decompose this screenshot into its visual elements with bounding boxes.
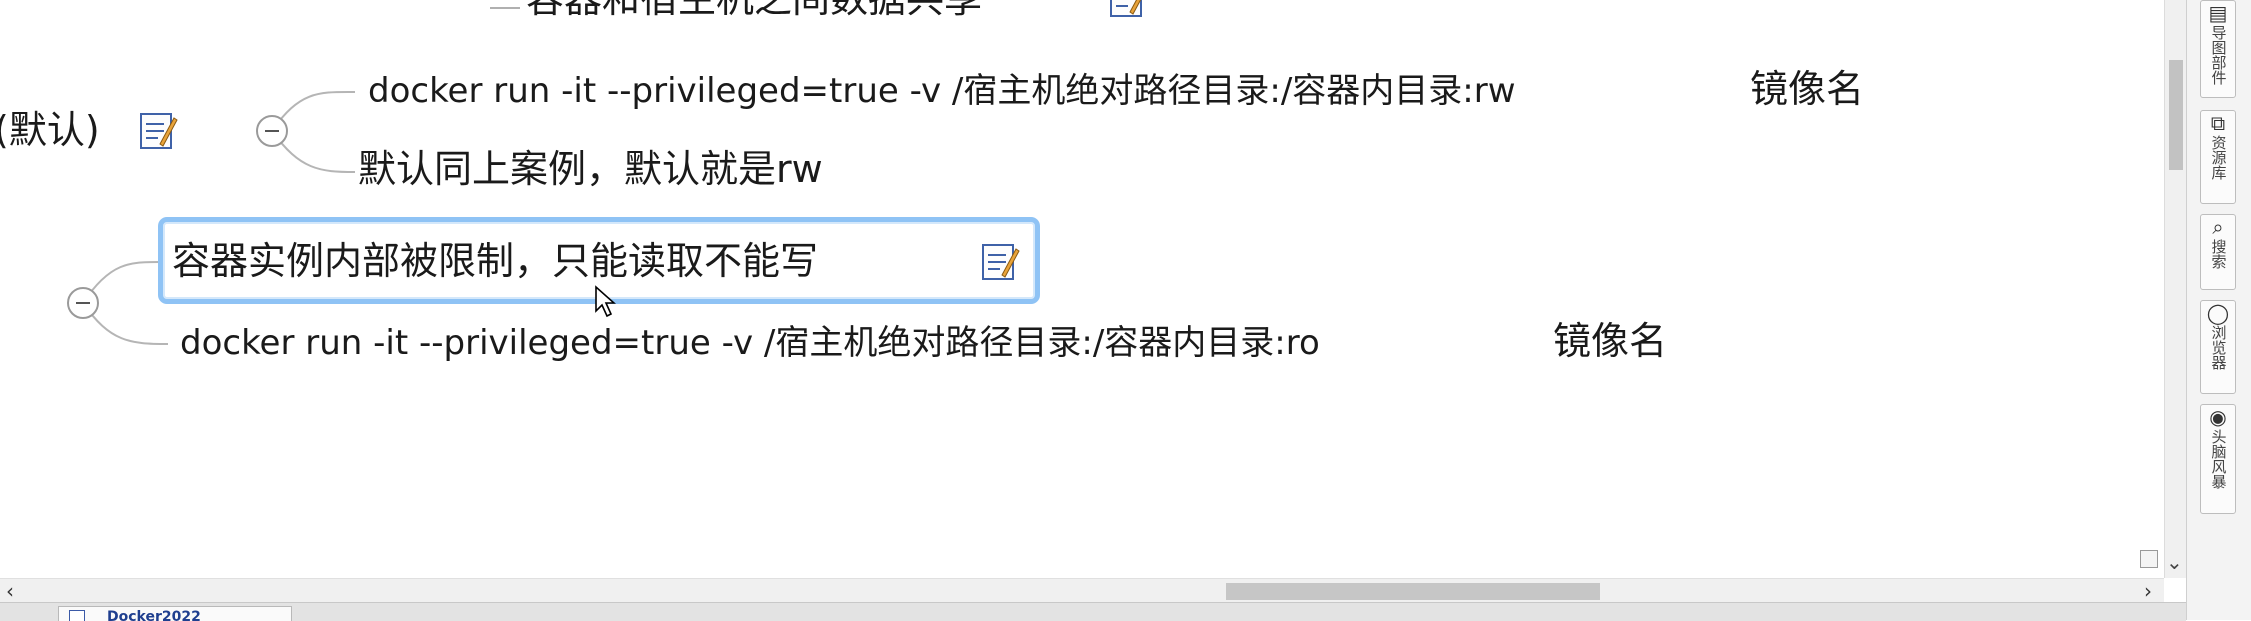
node-readonly[interactable]: 容器实例内部被限制，只能读取不能写 [172, 238, 818, 284]
sidepanel-map-parts[interactable]: ▤ 导图部件 [2200, 0, 2236, 98]
node-ro-command[interactable]: docker run -it --privileged=true -v /宿主机… [180, 320, 1320, 366]
sidepanel-browser[interactable]: ◯ 浏览器 [2200, 300, 2236, 394]
collapse-toggle[interactable] [67, 287, 99, 319]
sidepanel-label: 浏览器 [2209, 325, 2228, 370]
library-icon: ⧉ [2210, 111, 2226, 135]
sidepanel-label: 搜索 [2209, 239, 2228, 269]
sidepanel-search[interactable]: ⌕ 搜索 [2200, 214, 2236, 290]
document-tab-bar: Docker2022 [0, 602, 2186, 621]
map-parts-icon: ▤ [2208, 1, 2228, 25]
document-icon [69, 610, 85, 621]
vertical-scrollbar[interactable] [2164, 0, 2187, 578]
sidepanel-label: 头脑风暴 [2209, 429, 2228, 489]
note-icon[interactable] [138, 110, 178, 152]
tab-label: Docker2022 [107, 609, 201, 621]
brainstorm-icon: ◉ [2209, 405, 2227, 429]
node-data-sharing[interactable]: 容器和宿主机之间数据共享 [526, 0, 982, 22]
browser-icon: ◯ [2206, 301, 2230, 325]
mouse-cursor-icon [595, 285, 616, 318]
node-rw-default[interactable]: 默认同上案例，默认就是rw [358, 146, 823, 192]
search-icon: ⌕ [2212, 215, 2224, 239]
node-rw-command[interactable]: docker run -it --privileged=true -v /宿主机… [368, 68, 1516, 114]
sidepanel-label: 资源库 [2209, 135, 2228, 180]
node-rw-image[interactable]: 镜像名 [1750, 66, 1864, 112]
node-default-mode[interactable]: (默认) [0, 107, 100, 153]
horizontal-scroll-thumb[interactable] [1226, 583, 1600, 600]
sidepanel-label: 导图部件 [2209, 25, 2228, 85]
scroll-right-icon[interactable]: › [2144, 579, 2152, 603]
sidepanel-brainstorm[interactable]: ◉ 头脑风暴 [2200, 404, 2236, 514]
vertical-scroll-thumb[interactable] [2169, 60, 2183, 170]
side-panel: ▤ 导图部件 ⧉ 资源库 ⌕ 搜索 ◯ 浏览器 ◉ 头脑风暴 [2186, 0, 2251, 620]
collapse-toggle[interactable] [256, 115, 288, 147]
sidepanel-library[interactable]: ⧉ 资源库 [2200, 110, 2236, 204]
fit-view-button[interactable] [2140, 550, 2158, 568]
node-ro-image[interactable]: 镜像名 [1553, 318, 1667, 364]
mindmap-canvas[interactable]: 容器和宿主机之间数据共享 (默认) docker run -it --privi… [0, 0, 2164, 578]
scroll-left-icon[interactable]: ‹ [6, 579, 14, 603]
note-icon[interactable] [980, 241, 1020, 283]
note-icon[interactable] [1108, 0, 1148, 20]
document-tab[interactable]: Docker2022 [58, 606, 292, 621]
horizontal-scrollbar[interactable]: ‹ › [0, 578, 2164, 603]
scroll-down-icon[interactable]: ⌄ [2166, 550, 2183, 574]
